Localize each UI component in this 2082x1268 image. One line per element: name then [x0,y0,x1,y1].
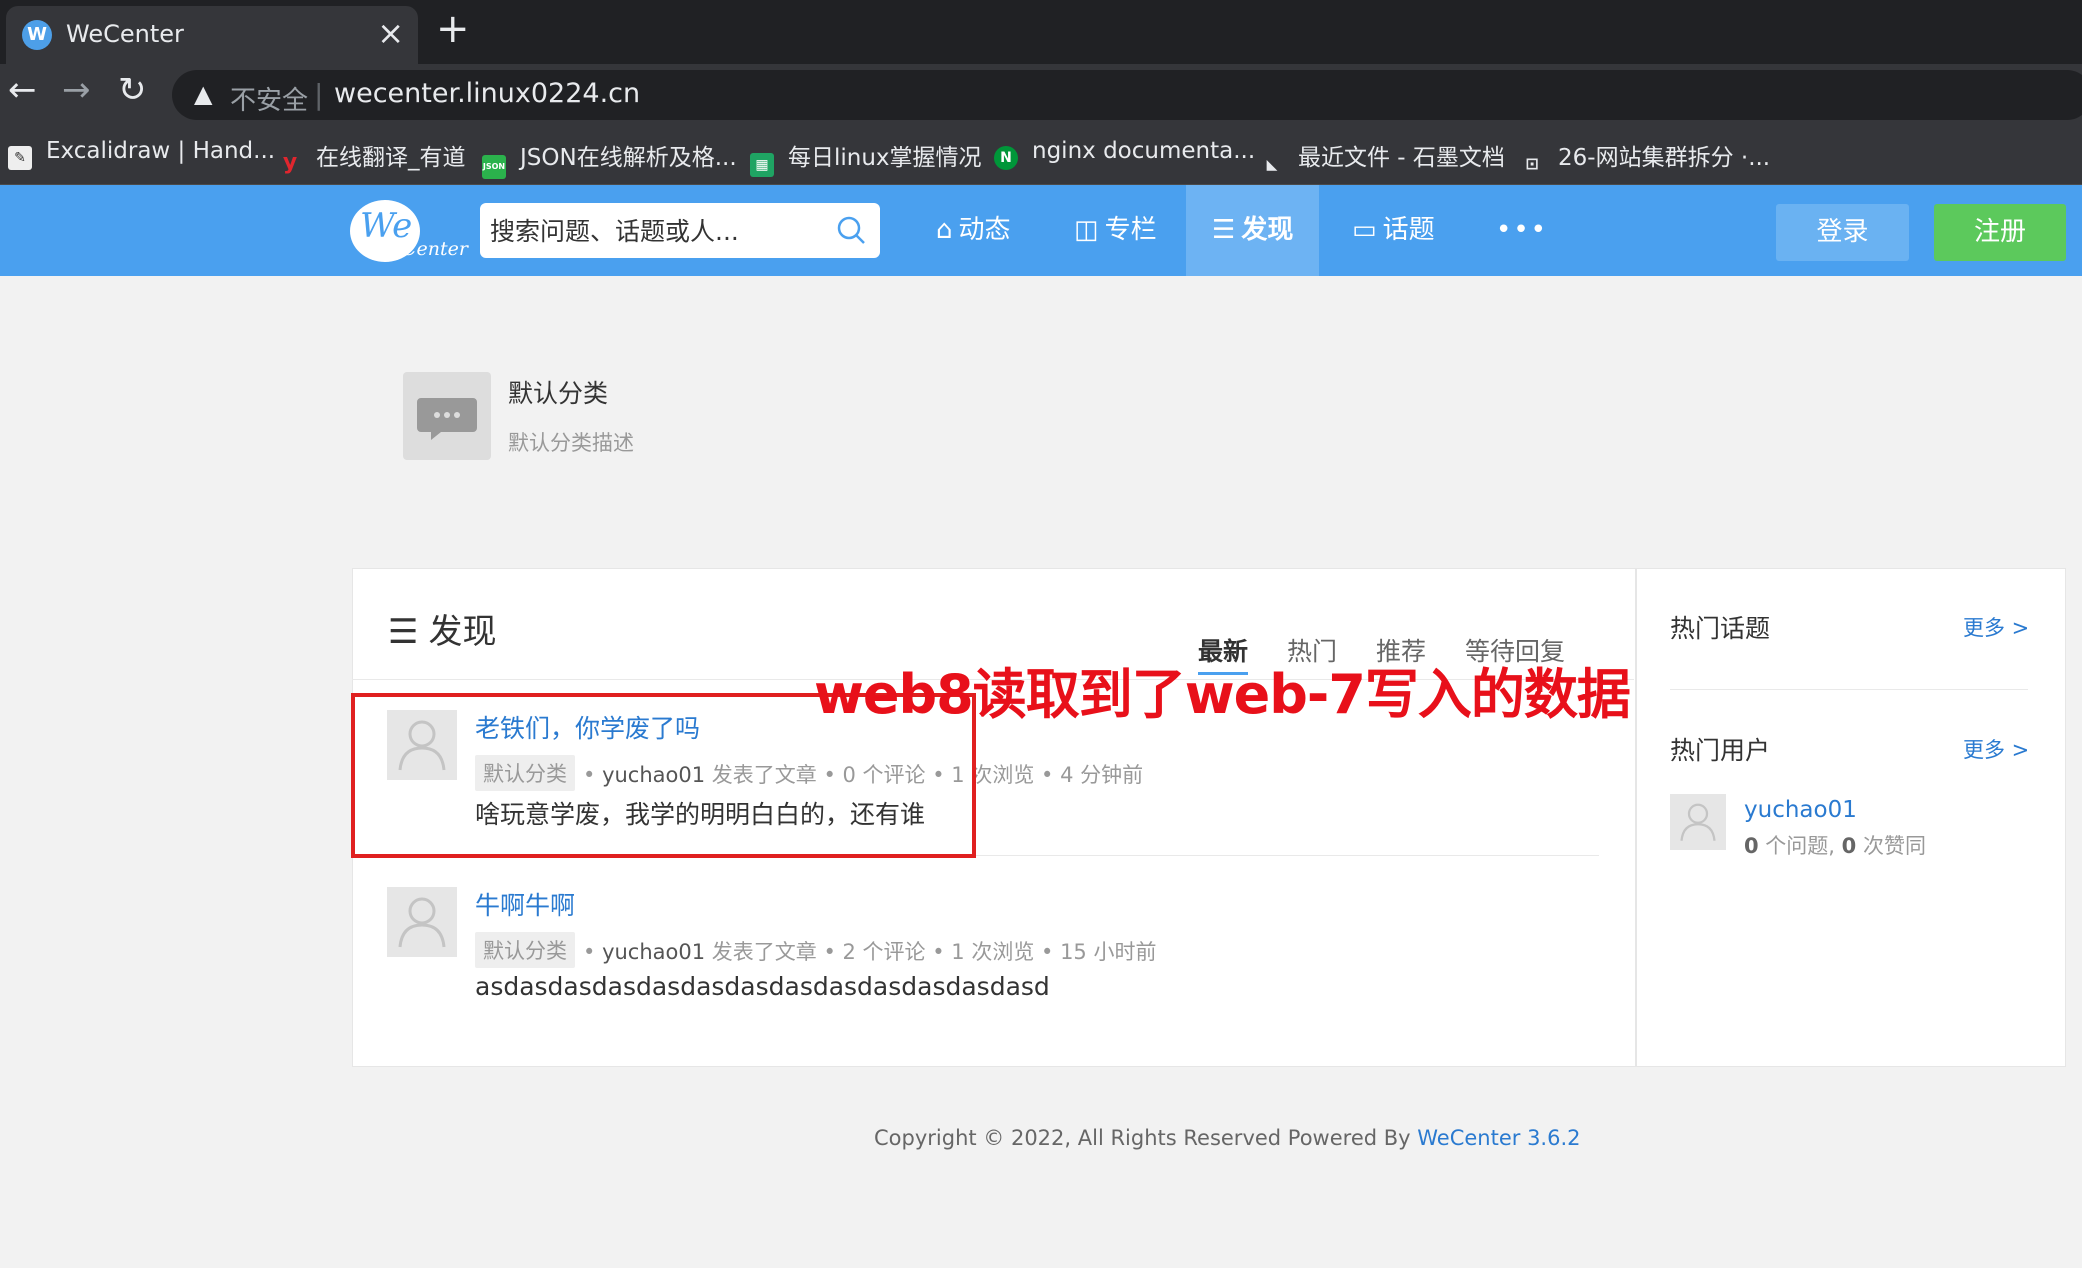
footer: Copyright © 2022, All Rights Reserved Po… [874,1126,1581,1150]
bookmark-docs[interactable]: ⊡ 26-网站集群拆分 ·... [1520,138,1770,176]
chat-icon: ▭ [1352,215,1377,245]
meta-text: 发表了文章 • 2 个评论 • 1 次浏览 • 15 小时前 [711,940,1157,964]
nav-dynamic[interactable]: ⌂ 动态 [910,185,1037,276]
hot-topics-more-link[interactable]: 更多 > [1963,612,2029,642]
url-text[interactable]: wecenter.linux0224.cn [334,78,640,109]
address-separator: | [314,78,324,111]
post-excerpt: asdasdasdasdasdasdasdasdasdasdasdasdasd [475,972,1050,1001]
more-icon: ••• [1496,215,1549,245]
question-count: 0 [1744,834,1759,858]
post-title[interactable]: 牛啊牛啊 [475,886,575,922]
forward-arrow-icon[interactable]: → [62,70,91,110]
nav-columns[interactable]: ◫ 专栏 [1048,185,1183,276]
bookmark-linux-sheet[interactable]: ▦ 每日linux掌握情况 [750,138,982,177]
youdao-icon: y [282,150,298,175]
like-count: 0 [1841,834,1857,858]
bookmark-label: Excalidraw | Hand... [46,138,276,164]
nav-label: 动态 [958,215,1011,245]
register-button[interactable]: 注册 [1934,204,2066,261]
docs-icon: ⊡ [1525,154,1539,173]
bookmark-label: nginx documenta... [1032,138,1256,164]
nav-topics[interactable]: ▭ 话题 [1326,185,1461,276]
hot-users-more-link[interactable]: 更多 > [1963,734,2029,764]
bookmark-shimo[interactable]: ◣ 最近文件 - 石墨文档 [1260,138,1505,177]
login-button[interactable]: 登录 [1776,204,1909,261]
logo-center-text: Center [402,238,468,260]
hot-user-stats: 0 个问题, 0 次赞同 [1744,830,1926,860]
section-title-text: 发现 [428,612,497,652]
avatar[interactable] [1670,794,1726,850]
nav-label: 专栏 [1104,215,1157,245]
bookmark-label: 26-网站集群拆分 ·... [1558,145,1771,171]
sheet-icon: ▦ [750,153,774,177]
excalidraw-icon: ✎ [8,146,32,170]
nav-discover[interactable]: ☰ 发现 [1186,185,1320,276]
category-description: 默认分类描述 [508,431,634,455]
footer-brand-link[interactable]: WeCenter 3.6.2 [1417,1126,1580,1150]
category-tag[interactable]: 默认分类 [475,932,575,968]
like-label: 次赞同 [1856,834,1926,858]
category-chat-icon [403,372,491,460]
section-title: ☰ 发现 [388,604,496,653]
back-arrow-icon[interactable]: ← [8,70,37,110]
site-header [0,185,2082,276]
home-icon: ⌂ [936,215,953,245]
nginx-icon: N [994,146,1018,170]
reload-icon[interactable]: ↻ [118,70,147,110]
close-tab-icon[interactable]: × [377,14,404,52]
search-icon[interactable] [836,215,866,245]
nav-label: 话题 [1382,215,1435,245]
bookmark-label: 在线翻译_有道 [316,145,466,171]
shimo-icon: ◣ [1266,157,1278,173]
columns-icon: ◫ [1074,215,1099,245]
avatar[interactable] [387,887,457,957]
annotation-text: web8读取到了web-7写入的数据 [814,663,1631,726]
bookmark-label: 最近文件 - 石墨文档 [1298,145,1505,171]
search-box[interactable] [480,203,880,258]
bookmark-label: JSON在线解析及格... [520,145,737,171]
wecenter-favicon-icon: W [22,20,52,50]
bookmark-excalidraw[interactable]: ✎ Excalidraw | Hand... [8,138,275,170]
post-meta: • yuchao01 发表了文章 • 2 个评论 • 1 次浏览 • 15 小时… [583,940,1157,964]
bookmark-nginx[interactable]: Nnginx documenta... [994,138,1255,170]
list-icon: ☰ [388,612,419,652]
question-label: 个问题, [1758,834,1842,858]
bookmark-json[interactable]: JSON JSON在线解析及格... [482,138,737,179]
nav-more[interactable]: ••• [1470,185,1574,276]
tab-title: WeCenter [66,20,184,48]
warning-icon: ▲ [194,80,213,108]
not-secure-label: 不安全 [230,86,309,116]
category-name: 默认分类 [508,379,609,408]
new-tab-icon[interactable]: + [436,6,470,52]
wecenter-logo[interactable]: We Center [350,196,468,268]
browser-tab[interactable]: W WeCenter × [6,6,418,64]
address-bar[interactable]: ▲ 不安全 | wecenter.linux0224.cn [172,70,2082,120]
bookmark-youdao[interactable]: y 在线翻译_有道 [278,138,466,175]
hot-topics-title: 热门话题 [1670,614,1771,643]
bookmark-label: 每日linux掌握情况 [788,145,982,171]
search-input[interactable] [488,211,832,251]
list-icon: ☰ [1212,215,1236,245]
nav-label: 发现 [1241,215,1294,245]
hot-user-name[interactable]: yuchao01 [1744,797,1857,823]
hot-users-title: 热门用户 [1670,736,1771,765]
copyright-text: Copyright © 2022, All Rights Reserved Po… [874,1126,1418,1150]
bookmarks-bar: ✎ Excalidraw | Hand... y 在线翻译_有道 JSON JSON在… [0,126,2082,185]
json-icon: JSON [482,155,506,179]
sidebar-divider [1670,689,2028,690]
author-link[interactable]: yuchao01 [602,940,705,964]
